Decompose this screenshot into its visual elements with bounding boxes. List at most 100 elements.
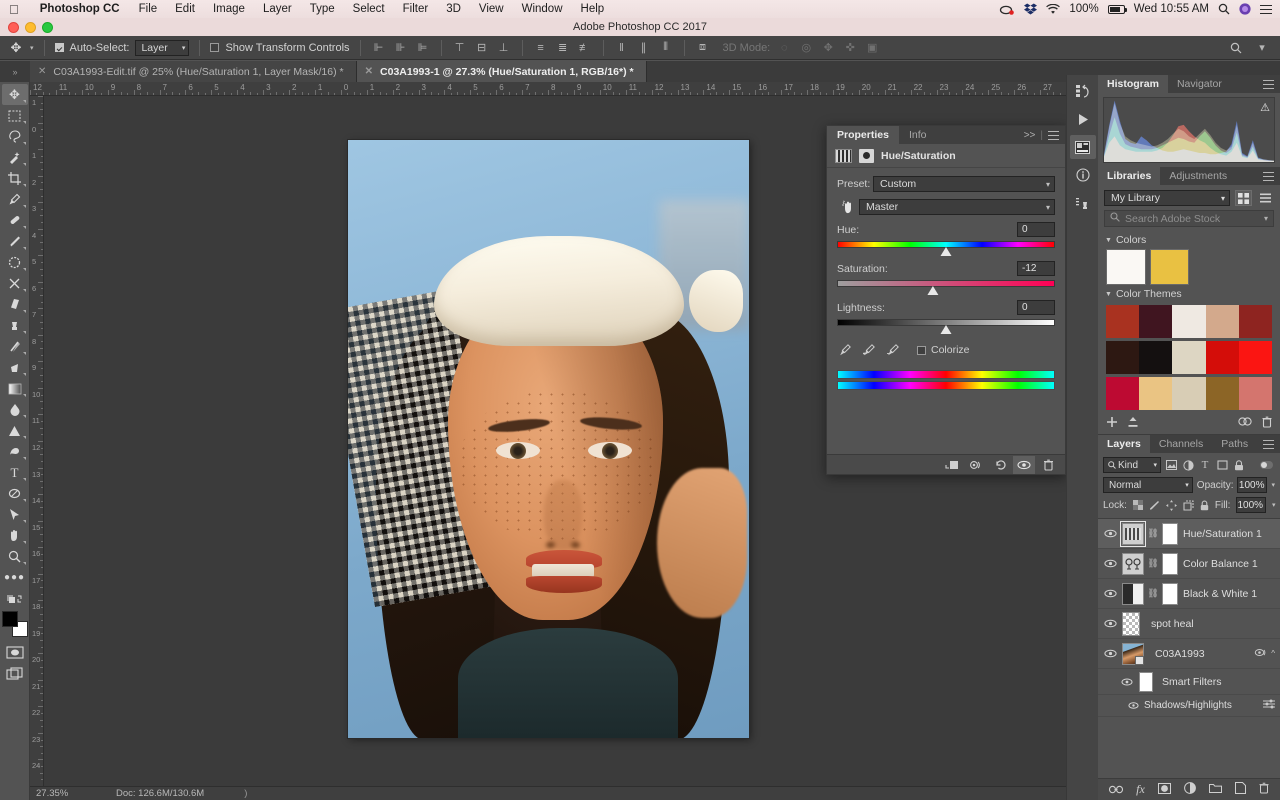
smart-filter-shadows-highlights[interactable]: Shadows/Highlights — [1098, 695, 1280, 717]
subtract-from-sample-eyedropper-icon[interactable] — [885, 342, 901, 358]
close-tab-icon[interactable]: ✕ — [365, 66, 373, 77]
hue-value[interactable]: 0 — [1017, 222, 1055, 237]
hue-slider-thumb[interactable] — [940, 247, 952, 256]
clone-stamp-tool[interactable] — [2, 252, 28, 273]
collapse-panel-icon[interactable]: >> — [1024, 130, 1036, 141]
histogram-chart[interactable]: ⚠ — [1103, 97, 1275, 163]
theme-swatch[interactable] — [1172, 341, 1206, 374]
filter-blending-options-icon[interactable] — [1263, 699, 1275, 712]
type-filter-icon[interactable]: T — [1198, 457, 1212, 473]
menu-layer[interactable]: Layer — [254, 3, 301, 15]
align-and-distribute-options-icon[interactable]: ⧈ — [695, 40, 711, 56]
preset-select[interactable]: Custom ▾ — [873, 176, 1055, 192]
color-theme-row[interactable] — [1106, 305, 1273, 338]
layer-row-c03a1993[interactable]: C03A1993 ^ — [1098, 639, 1280, 669]
color-themes-section-header[interactable]: ▼ Color Themes — [1098, 285, 1280, 303]
panel-menu-icon[interactable] — [1263, 439, 1274, 449]
menu-filter[interactable]: Filter — [394, 3, 438, 15]
quick-mask-mode-icon[interactable] — [2, 642, 28, 663]
tab-libraries[interactable]: Libraries — [1098, 167, 1161, 185]
search-icon[interactable] — [1228, 40, 1244, 56]
theme-swatch[interactable] — [1205, 341, 1239, 374]
add-layer-mask-icon[interactable] — [1157, 782, 1171, 797]
history-brush-tool[interactable] — [2, 273, 28, 294]
color-theme-row[interactable] — [1106, 341, 1273, 374]
pen-tool[interactable] — [2, 441, 28, 462]
show-transform-controls-checkbox[interactable] — [210, 43, 220, 52]
mac-app-name[interactable]: Photoshop CC — [30, 3, 130, 15]
menu-edit[interactable]: Edit — [166, 3, 204, 15]
layer-visibility-icon[interactable] — [1103, 589, 1117, 598]
screen-mode-icon[interactable] — [2, 663, 28, 684]
distribute-right-edges-icon[interactable]: ⫴ — [658, 40, 674, 56]
properties-icon[interactable] — [1069, 135, 1096, 159]
list-view-icon[interactable] — [1257, 190, 1274, 206]
library-select[interactable]: My Library ▾ — [1104, 190, 1230, 206]
theme-swatch[interactable] — [1238, 377, 1273, 410]
tab-histogram[interactable]: Histogram — [1098, 75, 1168, 93]
lock-artboard-nesting-icon[interactable] — [1183, 499, 1194, 511]
link-layers-icon[interactable] — [1109, 783, 1124, 797]
lightness-slider-thumb[interactable] — [940, 325, 952, 334]
add-layer-style-icon[interactable]: fx — [1136, 782, 1145, 797]
move-tool-icon[interactable]: ✥ — [6, 39, 26, 57]
rectangular-marquee-tool[interactable] — [2, 105, 28, 126]
foreground-color-swatch[interactable] — [1, 611, 18, 627]
layer-row-hue-saturation-1[interactable]: ⛓ Hue/Saturation 1 — [1098, 519, 1280, 549]
lock-image-pixels-icon[interactable] — [1149, 499, 1160, 511]
upload-icon[interactable] — [1127, 416, 1139, 431]
saturation-slider-thumb[interactable] — [927, 286, 939, 295]
layer-thumbnail[interactable] — [1122, 611, 1140, 636]
distribute-bottom-edges-icon[interactable]: ≢ — [577, 40, 593, 56]
distribute-top-edges-icon[interactable]: ≡ — [533, 40, 549, 56]
workspace-switcher-icon[interactable]: ▾ — [1254, 40, 1270, 56]
auto-select-scope-select[interactable]: Layer ▾ — [135, 39, 190, 56]
delete-icon[interactable] — [1037, 456, 1059, 474]
blend-mode-select[interactable]: Normal ▾ — [1103, 477, 1193, 493]
screen-recording-icon[interactable] — [999, 4, 1015, 15]
shape-tool[interactable] — [2, 483, 28, 504]
document-tab-1[interactable]: ✕ C03A1993-Edit.tif @ 25% (Hue/Saturatio… — [30, 61, 357, 82]
align-left-edges-icon[interactable]: ⊩ — [371, 40, 387, 56]
theme-swatch[interactable] — [1139, 305, 1173, 338]
eyedropper-tool[interactable] — [2, 189, 28, 210]
opacity-value[interactable]: 100% — [1237, 477, 1268, 493]
theme-swatch[interactable] — [1205, 305, 1239, 338]
history-icon[interactable] — [1070, 79, 1096, 103]
link-mask-icon[interactable]: ⛓ — [1147, 528, 1158, 539]
fill-value[interactable]: 100% — [1236, 497, 1267, 513]
clone-source-icon[interactable] — [1070, 191, 1096, 215]
toggle-visibility-icon[interactable] — [1013, 455, 1035, 474]
menu-3d[interactable]: 3D — [437, 3, 470, 15]
panel-menu-icon[interactable] — [1263, 171, 1274, 181]
spot-healing-brush-tool[interactable] — [2, 210, 28, 231]
delete-layer-icon[interactable] — [1259, 782, 1269, 797]
menu-window[interactable]: Window — [513, 3, 572, 15]
theme-swatch[interactable] — [1106, 305, 1140, 338]
vertical-ruler[interactable]: 1 0 1 2 3 4 5 6 7 8 9 10 11 12 13 14 15 16 17 18 19 20 21 22 23 2… — [30, 96, 44, 786]
layer-mask-thumbnail[interactable] — [1162, 552, 1178, 575]
new-adjustment-layer-icon[interactable] — [1183, 782, 1196, 797]
quick-selection-tool[interactable] — [2, 147, 28, 168]
filter-toggle-switch[interactable] — [1260, 461, 1273, 469]
foreground-background-color[interactable] — [1, 611, 28, 637]
dropbox-icon[interactable] — [1024, 3, 1038, 15]
type-tool[interactable]: T — [2, 462, 28, 483]
edit-toolbar-icon[interactable]: ●●● — [2, 567, 28, 588]
hand-tool[interactable] — [2, 525, 28, 546]
align-top-edges-icon[interactable]: ⊤ — [452, 40, 468, 56]
document-canvas-image[interactable] — [348, 140, 749, 738]
sync-icon[interactable] — [1238, 416, 1252, 431]
theme-swatch[interactable] — [1238, 341, 1273, 374]
adobe-stock-search[interactable]: Search Adobe Stock ▾ — [1104, 210, 1274, 227]
tool-preset-chevron-icon[interactable]: ▾ — [30, 44, 34, 52]
color-swatch-0[interactable] — [1106, 249, 1146, 285]
saturation-value[interactable]: -12 — [1017, 261, 1055, 276]
shape-filter-icon[interactable] — [1215, 457, 1229, 473]
close-tab-icon[interactable]: ✕ — [38, 66, 46, 77]
theme-swatch[interactable] — [1172, 305, 1206, 338]
apple-logo-icon[interactable]:  — [0, 3, 30, 16]
saturation-slider[interactable] — [837, 278, 1055, 295]
add-icon[interactable] — [1106, 416, 1118, 431]
layer-row-spot-heal[interactable]: spot heal — [1098, 609, 1280, 639]
